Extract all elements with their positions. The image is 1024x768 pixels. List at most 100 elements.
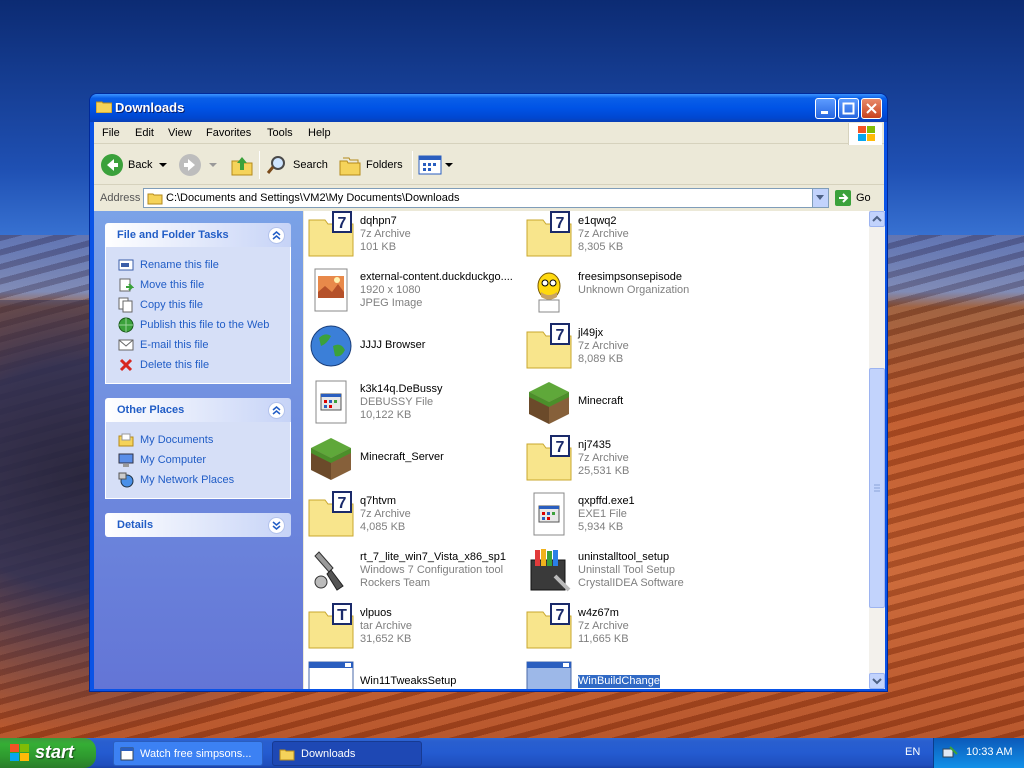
scroll-down-button[interactable]: [869, 673, 885, 689]
svg-text:T: T: [337, 607, 347, 624]
taskbar-item-browser[interactable]: Watch free simpsons...: [113, 741, 263, 766]
svg-text:7: 7: [556, 439, 565, 456]
panel-header[interactable]: Details: [105, 513, 291, 537]
chevron-down-icon: [159, 163, 168, 167]
place-my-network[interactable]: My Network Places: [106, 470, 290, 490]
file-item[interactable]: freesimpsonsepisode Unknown Organization: [525, 266, 743, 316]
menu-view[interactable]: View: [168, 127, 192, 139]
move-icon: [119, 278, 134, 292]
file-item-selected[interactable]: WinBuildChange: [525, 658, 743, 689]
start-button[interactable]: start: [0, 738, 96, 768]
clock[interactable]: 10:33 AM: [966, 746, 1012, 758]
task-rename[interactable]: Rename this file: [106, 255, 290, 275]
file-name: q7htvm: [360, 495, 397, 507]
task-email[interactable]: E-mail this file: [106, 335, 290, 355]
file-item[interactable]: Minecraft: [525, 378, 743, 428]
tool-icon: [314, 551, 344, 591]
network-tray-icon[interactable]: [942, 745, 958, 761]
panel-title: Details: [117, 519, 154, 531]
chevron-down-icon: [445, 163, 453, 167]
globe-icon: [310, 325, 352, 367]
file-item[interactable]: k3k14q.DeBussy DEBUSSY File 10,122 KB: [307, 378, 525, 428]
network-places-icon: [118, 472, 134, 488]
title-bar[interactable]: Downloads: [90, 94, 887, 122]
folders-button[interactable]: Folders: [338, 152, 403, 178]
toolbar-separator: [412, 151, 413, 179]
windows-flag-icon: [858, 126, 875, 141]
file-item[interactable]: rt_7_lite_win7_Vista_x86_sp1 Windows 7 Co…: [307, 546, 525, 596]
toolbar: Back Search Folders: [94, 145, 884, 185]
taskbar-item-downloads[interactable]: Downloads: [272, 741, 422, 766]
file-name: nj7435: [578, 439, 612, 451]
double-chevron-up-icon: [272, 406, 281, 415]
file-item[interactable]: 7 q7htvm 7z Archive 4,085 KB: [307, 490, 525, 540]
file-item[interactable]: JJJJ Browser: [307, 322, 525, 372]
taskbar-item-label: Watch free simpsons...: [140, 747, 252, 760]
file-type: 7z Archive: [578, 620, 629, 632]
taskbar: start Watch free simpsons... Downloads E…: [0, 738, 1024, 768]
search-button[interactable]: Search: [265, 152, 328, 178]
panel-header[interactable]: Other Places: [105, 398, 291, 422]
file-item[interactable]: external-content.duckduckgo.... 1920 x 10…: [307, 266, 525, 316]
go-label: Go: [856, 192, 871, 204]
email-icon: [118, 339, 134, 351]
file-type: JPEG Image: [360, 297, 423, 309]
file-name: WinBuildChange: [578, 675, 660, 688]
generic-file-icon: [533, 492, 565, 536]
scroll-up-button[interactable]: [869, 211, 885, 227]
svg-text:7: 7: [338, 215, 347, 232]
language-indicator[interactable]: EN: [905, 746, 920, 758]
rename-icon: [118, 259, 134, 271]
file-name: qxpffd.exe1: [578, 495, 635, 507]
expand-button[interactable]: [268, 517, 285, 534]
forward-button[interactable]: [178, 152, 218, 178]
file-item[interactable]: qxpffd.exe1 EXE1 File 5,934 KB: [525, 490, 743, 540]
maximize-button[interactable]: [838, 98, 859, 119]
menu-help[interactable]: Help: [308, 127, 331, 139]
place-my-documents[interactable]: My Documents: [106, 430, 290, 450]
file-item[interactable]: uninstalltool_setup Uninstall Tool Setup C…: [525, 546, 743, 596]
file-size: 25,531 KB: [578, 465, 630, 477]
task-move[interactable]: Move this file: [106, 275, 290, 295]
system-tray: 10:33 AM: [933, 738, 1024, 768]
file-item[interactable]: 7 e1qwq2 7z Archive 8,305 KB: [525, 211, 743, 260]
task-copy[interactable]: Copy this file: [106, 295, 290, 315]
minimize-button[interactable]: [815, 98, 836, 119]
file-item[interactable]: Minecraft_Server: [307, 434, 525, 484]
menu-favorites[interactable]: Favorites: [206, 127, 251, 139]
menu-tools[interactable]: Tools: [267, 127, 293, 139]
go-button[interactable]: Go: [834, 189, 871, 207]
menu-file[interactable]: File: [102, 127, 120, 139]
place-label: My Network Places: [140, 474, 235, 486]
file-item[interactable]: 7 dqhpn7 7z Archive 101 KB: [307, 211, 525, 260]
chevron-down-icon: [209, 163, 217, 167]
place-my-computer[interactable]: My Computer: [106, 450, 290, 470]
task-delete[interactable]: Delete this file: [106, 355, 290, 375]
task-publish[interactable]: Publish this file to the Web: [106, 315, 290, 335]
file-name: JJJJ Browser: [360, 339, 426, 351]
file-item[interactable]: T vlpuos tar Archive 31,652 KB: [307, 602, 525, 652]
back-button[interactable]: Back: [100, 152, 168, 178]
address-input[interactable]: C:\Documents and Settings\VM2\My Documen…: [143, 188, 829, 208]
collapse-button[interactable]: [268, 227, 285, 244]
windows-logo: [848, 123, 882, 145]
file-item[interactable]: Win11TweaksSetup: [307, 658, 525, 689]
panel-header[interactable]: File and Folder Tasks: [105, 223, 291, 247]
file-item[interactable]: 7 jl49jx 7z Archive 8,089 KB: [525, 322, 743, 372]
task-label: E-mail this file: [140, 339, 209, 351]
file-list: 7 dqhpn7 7z Archive 101 KB 7 e1qwq2 7z Arch…: [304, 211, 869, 689]
up-folder-button[interactable]: [230, 152, 254, 178]
vertical-scrollbar[interactable]: [869, 211, 885, 689]
scroll-thumb[interactable]: [869, 368, 885, 608]
delete-x-icon: [119, 358, 133, 372]
file-name: e1qwq2: [578, 215, 617, 227]
double-chevron-down-icon: [272, 521, 281, 530]
address-dropdown-button[interactable]: [812, 189, 828, 207]
panel-title: Other Places: [117, 404, 185, 416]
file-item[interactable]: 7 w4z67m 7z Archive 11,665 KB: [525, 602, 743, 652]
menu-edit[interactable]: Edit: [135, 127, 154, 139]
views-button[interactable]: [418, 152, 454, 178]
file-item[interactable]: 7 nj7435 7z Archive 25,531 KB: [525, 434, 743, 484]
close-button[interactable]: [861, 98, 882, 119]
collapse-button[interactable]: [268, 402, 285, 419]
